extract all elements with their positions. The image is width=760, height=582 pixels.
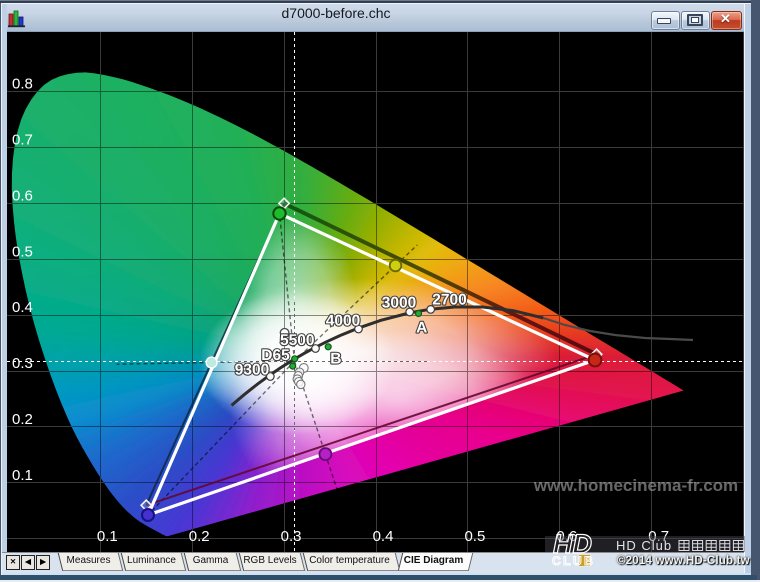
svg-text:0.2: 0.2 [12,411,33,428]
svg-text:0.6: 0.6 [12,187,33,204]
svg-text:0.1: 0.1 [12,467,33,484]
svg-text:4000: 4000 [326,312,360,329]
svg-text:0.5: 0.5 [12,243,33,260]
svg-text:0.8: 0.8 [12,76,33,93]
svg-text:3000: 3000 [382,294,416,311]
svg-text:0.3: 0.3 [281,528,302,545]
svg-text:0.4: 0.4 [12,299,33,316]
svg-text:www.homecinema-fr.com: www.homecinema-fr.com [533,476,738,495]
svg-text:0.4: 0.4 [373,528,394,545]
svg-text:0.3: 0.3 [12,355,33,372]
svg-text:5500: 5500 [280,332,314,349]
svg-text:B: B [330,350,341,367]
svg-text:2700: 2700 [432,291,466,308]
svg-text:0.7: 0.7 [12,132,33,149]
svg-text:9300: 9300 [235,362,269,379]
svg-text:A: A [416,320,427,337]
svg-text:0.5: 0.5 [464,528,485,545]
svg-text:0.1: 0.1 [97,528,118,545]
svg-text:D65: D65 [261,347,290,364]
svg-text:0.2: 0.2 [189,528,210,545]
